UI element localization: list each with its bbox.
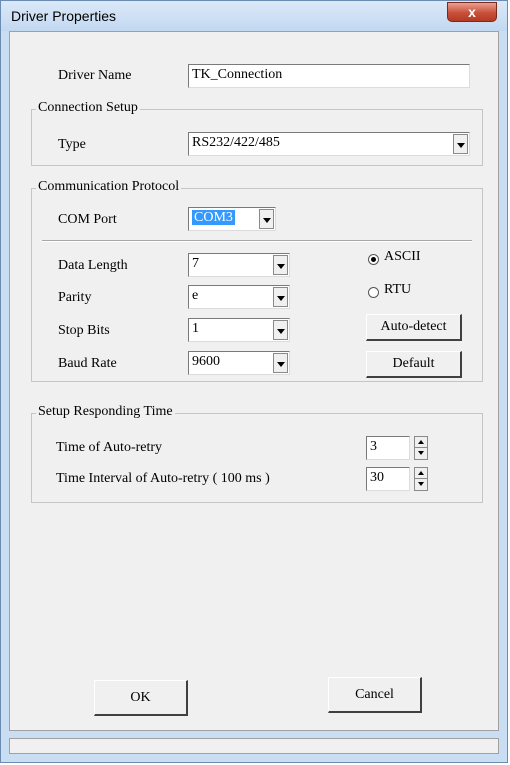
stop-bits-dropdown-icon[interactable]	[273, 320, 288, 340]
stop-bits-value: 1	[192, 321, 199, 336]
interval-spinner[interactable]	[414, 467, 428, 491]
rtu-radio[interactable]	[368, 287, 379, 298]
com-port-dropdown-icon[interactable]	[259, 209, 274, 229]
spin-down-icon[interactable]	[415, 448, 427, 459]
stop-bits-label: Stop Bits	[58, 323, 110, 338]
spin-up-icon[interactable]	[415, 437, 427, 448]
data-length-select[interactable]: 7	[188, 253, 290, 277]
interval-input[interactable]: 30	[366, 467, 410, 491]
communication-protocol-label: Communication Protocol	[36, 179, 182, 195]
responding-time-label: Setup Responding Time	[36, 404, 175, 420]
baud-rate-select[interactable]: 9600	[188, 351, 290, 375]
auto-retry-value: 3	[370, 439, 377, 454]
com-port-value: COM3	[192, 210, 235, 225]
ok-button[interactable]: OK	[94, 680, 188, 716]
driver-name-input[interactable]: TK_Connection	[188, 64, 470, 88]
rtu-label[interactable]: RTU	[384, 282, 411, 298]
close-button[interactable]: x	[447, 2, 497, 22]
window-title: Driver Properties	[11, 8, 117, 24]
baud-rate-label: Baud Rate	[58, 356, 117, 371]
cancel-button[interactable]: Cancel	[328, 677, 422, 713]
driver-name-value: TK_Connection	[192, 67, 283, 82]
com-port-select[interactable]: COM3	[188, 207, 276, 231]
protocol-separator	[42, 240, 472, 242]
parity-value: e	[192, 288, 199, 303]
type-dropdown-icon[interactable]	[453, 134, 468, 154]
driver-name-label: Driver Name	[58, 68, 132, 83]
spin-down-icon[interactable]	[415, 479, 427, 490]
dialog-body: Driver Name TK_Connection Connection Set…	[9, 31, 499, 731]
auto-retry-spinner[interactable]	[414, 436, 428, 460]
parity-select[interactable]: e	[188, 285, 290, 309]
interval-value: 30	[370, 470, 384, 485]
ascii-radio[interactable]	[368, 254, 379, 265]
default-button[interactable]: Default	[366, 351, 462, 378]
interval-label: Time Interval of Auto-retry ( 100 ms )	[56, 471, 270, 486]
auto-retry-input[interactable]: 3	[366, 436, 410, 460]
parity-label: Parity	[58, 290, 92, 305]
type-value: RS232/422/485	[192, 135, 280, 150]
data-length-label: Data Length	[58, 258, 128, 273]
connection-setup-label: Connection Setup	[36, 100, 140, 116]
type-select[interactable]: RS232/422/485	[188, 132, 470, 156]
type-label: Type	[58, 137, 86, 152]
auto-detect-button[interactable]: Auto-detect	[366, 314, 462, 341]
parity-dropdown-icon[interactable]	[273, 287, 288, 307]
data-length-value: 7	[192, 256, 199, 271]
driver-properties-dialog: Driver Properties x Driver Name TK_Conne…	[0, 0, 508, 763]
title-bar[interactable]: Driver Properties x	[1, 1, 507, 31]
data-length-dropdown-icon[interactable]	[273, 255, 288, 275]
ascii-label[interactable]: ASCII	[384, 249, 421, 265]
status-bar	[9, 738, 499, 754]
auto-retry-label: Time of Auto-retry	[56, 440, 163, 455]
com-port-label: COM Port	[58, 212, 117, 227]
stop-bits-select[interactable]: 1	[188, 318, 290, 342]
spin-up-icon[interactable]	[415, 468, 427, 479]
baud-rate-value: 9600	[192, 354, 220, 369]
baud-rate-dropdown-icon[interactable]	[273, 353, 288, 373]
close-icon: x	[468, 4, 476, 20]
